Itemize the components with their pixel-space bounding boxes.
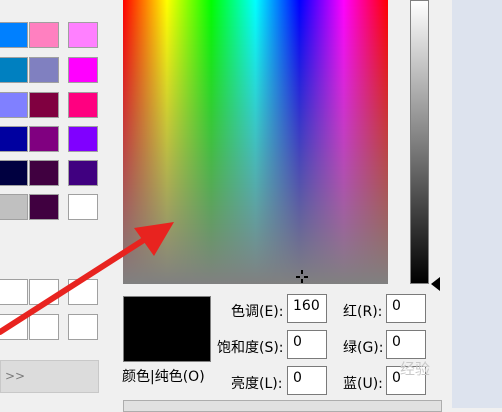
basic-color-swatch[interactable] bbox=[68, 22, 98, 48]
basic-color-swatch[interactable] bbox=[68, 126, 98, 152]
basic-color-swatch[interactable] bbox=[0, 160, 28, 186]
basic-color-swatch[interactable] bbox=[29, 126, 59, 152]
green-label: 绿(G): bbox=[343, 340, 384, 356]
basic-color-swatch[interactable] bbox=[29, 160, 59, 186]
add-to-custom-colors-button[interactable] bbox=[123, 400, 442, 412]
preview-label: 颜色|纯色(O) bbox=[122, 369, 205, 385]
annotation-arrow-icon bbox=[0, 222, 174, 335]
basic-color-swatch[interactable] bbox=[29, 92, 59, 118]
define-custom-colors-label: >> bbox=[5, 369, 26, 383]
red-field[interactable]: 0 bbox=[386, 294, 426, 323]
red-label: 红(R): bbox=[343, 304, 383, 320]
spectrum-crosshair[interactable] bbox=[296, 270, 308, 284]
basic-color-swatch[interactable] bbox=[0, 92, 28, 118]
basic-color-swatch[interactable] bbox=[0, 57, 28, 83]
background-window bbox=[452, 0, 502, 408]
hue-field[interactable]: 160 bbox=[287, 294, 327, 323]
color-dialog: >> 颜色|纯色(O) 色调(E): 160 饱和度(S): 0 亮度(L): … bbox=[0, 0, 452, 412]
basic-color-swatch[interactable] bbox=[68, 92, 98, 118]
luminance-slider[interactable] bbox=[410, 0, 429, 284]
basic-color-swatch[interactable] bbox=[68, 57, 98, 83]
luminance-pointer-icon[interactable] bbox=[431, 277, 440, 291]
saturation-field[interactable]: 0 bbox=[287, 330, 327, 359]
basic-color-swatch[interactable] bbox=[0, 22, 28, 48]
basic-color-swatch[interactable] bbox=[29, 22, 59, 48]
basic-color-swatch[interactable] bbox=[68, 160, 98, 186]
watermark-text: 经验 bbox=[400, 360, 431, 378]
define-custom-colors-button[interactable]: >> bbox=[0, 360, 99, 393]
green-field[interactable]: 0 bbox=[386, 330, 426, 359]
luminance-field[interactable]: 0 bbox=[287, 366, 327, 395]
luminance-label: 亮度(L): bbox=[231, 376, 283, 392]
hue-label: 色调(E): bbox=[231, 304, 284, 320]
basic-color-swatch[interactable] bbox=[29, 57, 59, 83]
saturation-label: 饱和度(S): bbox=[217, 340, 284, 356]
basic-color-swatch[interactable] bbox=[0, 126, 28, 152]
blue-label: 蓝(U): bbox=[343, 376, 383, 392]
